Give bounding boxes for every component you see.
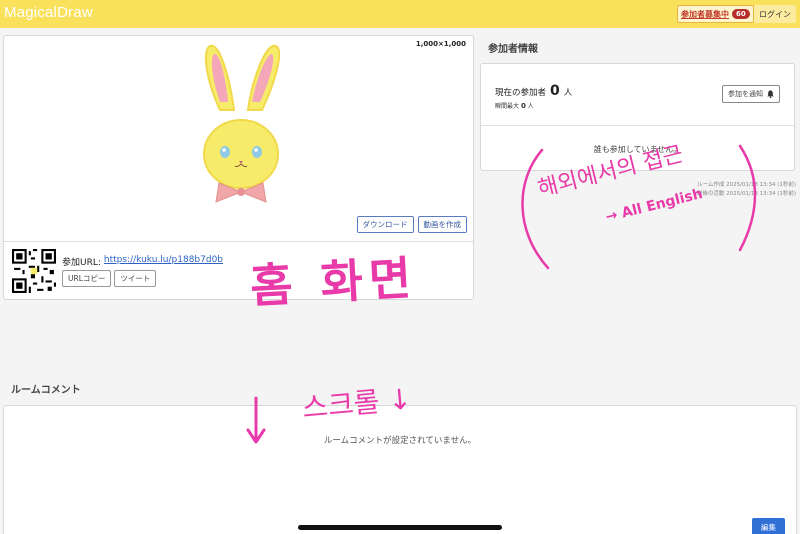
room-comment-panel: ルームコメントが設定されていません。 bbox=[3, 405, 797, 534]
recruiting-label: 参加者募集中 bbox=[681, 9, 729, 19]
current-participants-label: 現在の参加者 bbox=[495, 88, 547, 98]
last-activity-time: 最後の活動 2025/01/18 13:34 (1秒前) bbox=[696, 191, 796, 197]
canvas-size-label: 1,000×1,000 bbox=[415, 40, 466, 48]
participants-title: 参加者情報 bbox=[488, 44, 538, 55]
peak-count: 0 bbox=[520, 102, 526, 110]
notify-join-label: 参加を通知 bbox=[728, 90, 763, 98]
app-logo[interactable]: MagicalDraw bbox=[4, 4, 93, 21]
edit-comment-button[interactable]: 編集 bbox=[752, 518, 785, 534]
peak-unit: 人 bbox=[527, 103, 534, 110]
login-button[interactable]: ログイン bbox=[754, 5, 796, 23]
peak-label: 瞬間最大 bbox=[495, 103, 520, 110]
notify-join-button[interactable]: 参加を通知 bbox=[722, 85, 780, 103]
tweet-button[interactable]: ツイート bbox=[114, 270, 157, 287]
room-comment-title: ルームコメント bbox=[11, 385, 81, 396]
peak-participants: 瞬間最大 0 人 bbox=[495, 101, 534, 110]
top-header: MagicalDraw 参加者募集中 60 ログイン bbox=[0, 0, 800, 28]
join-url-link[interactable]: https://kuku.lu/p188b7d0b bbox=[104, 255, 223, 268]
annotation-all-english: → All English bbox=[604, 185, 705, 226]
room-created-time: ルーム作成 2025/01/18 13:34 (1秒前) bbox=[697, 182, 796, 188]
current-participants-unit: 人 bbox=[563, 88, 573, 98]
download-button[interactable]: ダウンロード bbox=[356, 216, 414, 233]
current-participants-count: 0 bbox=[550, 83, 560, 99]
bell-icon bbox=[767, 90, 774, 98]
recruiting-button[interactable]: 参加者募集中 60 bbox=[677, 5, 754, 23]
make-video-button[interactable]: 動画を作成 bbox=[417, 216, 467, 233]
recruiting-count-badge: 60 bbox=[732, 9, 750, 19]
copy-url-button[interactable]: URLコピー bbox=[62, 270, 112, 287]
participants-divider bbox=[481, 125, 794, 126]
join-url-row: 参加URL: https://kuku.lu/p188b7d0b bbox=[62, 255, 223, 268]
home-indicator[interactable] bbox=[298, 525, 502, 530]
annotation-home-screen: 홈 화면 bbox=[248, 250, 419, 314]
rabbit-drawing[interactable] bbox=[196, 40, 286, 210]
room-comment-empty-message: ルームコメントが設定されていません。 bbox=[323, 436, 477, 446]
join-url-label: 参加URL: bbox=[62, 258, 101, 268]
current-participants: 現在の参加者 0 人 bbox=[495, 83, 572, 99]
room-meta: ルーム作成 2025/01/18 13:34 (1秒前) 最後の活動 2025/… bbox=[697, 181, 796, 199]
qr-code-icon bbox=[12, 249, 56, 293]
